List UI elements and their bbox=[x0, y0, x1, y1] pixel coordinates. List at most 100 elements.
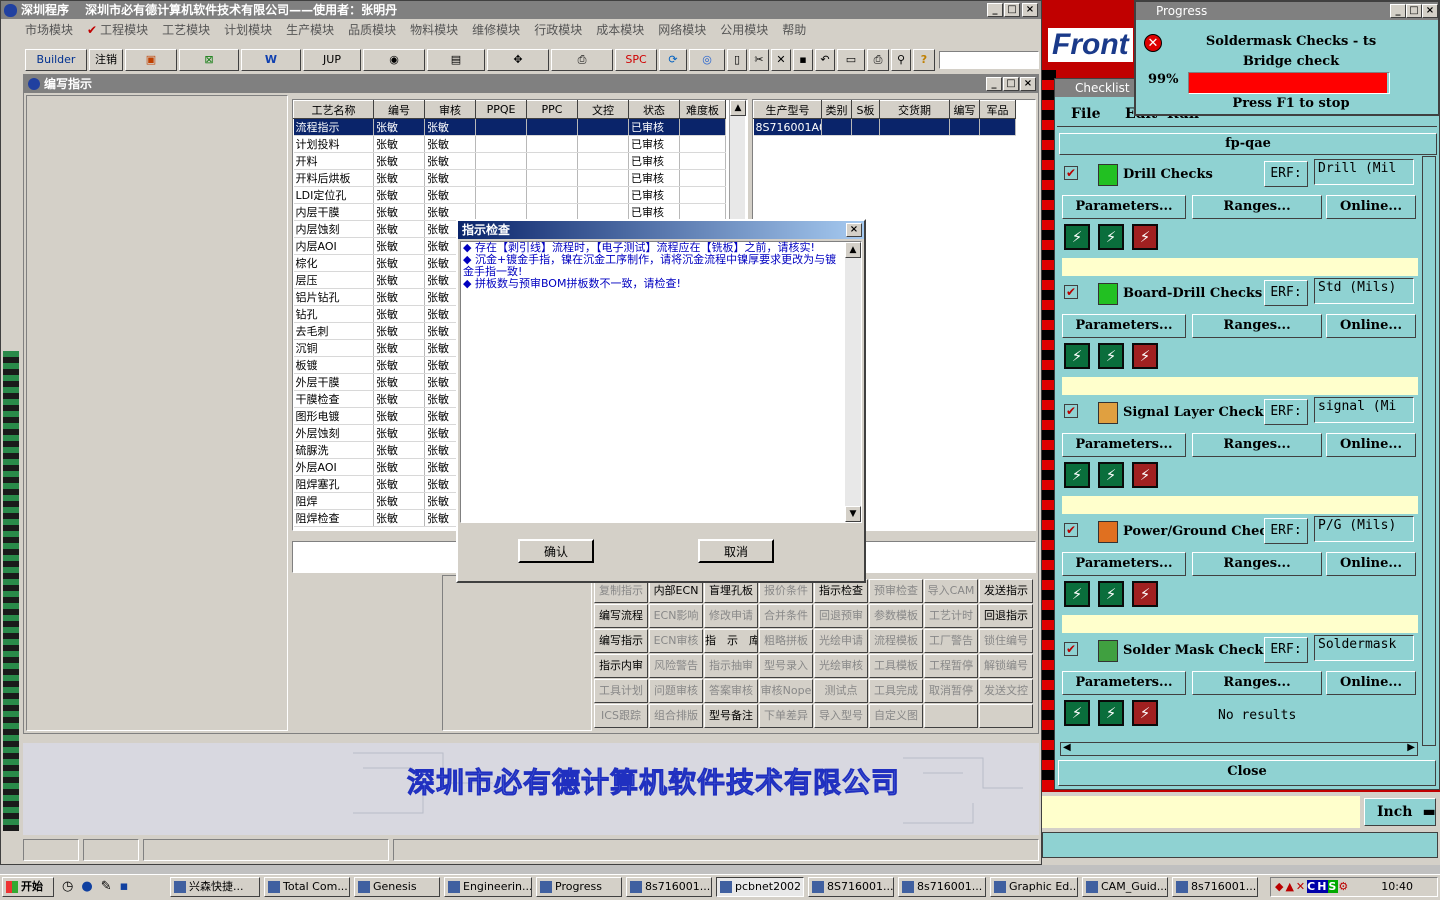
action-button[interactable]: 工厂警告 bbox=[924, 629, 978, 653]
sub-minimize-button[interactable]: _ bbox=[986, 77, 1002, 91]
builder-button[interactable]: Builder bbox=[25, 49, 87, 71]
word-icon[interactable]: W bbox=[241, 49, 301, 71]
database-icon[interactable]: ▤ bbox=[427, 49, 485, 71]
parameters-button[interactable]: Parameters... bbox=[1062, 552, 1186, 576]
start-button[interactable]: 开始 bbox=[2, 877, 54, 897]
section-enable-checkbox[interactable]: ✔ bbox=[1064, 285, 1078, 299]
action-button[interactable]: 参数模板 bbox=[869, 604, 923, 628]
action-button[interactable]: 审核Nope bbox=[759, 679, 813, 703]
ranges-button[interactable]: Ranges... bbox=[1192, 433, 1322, 457]
spc-button[interactable]: SPC bbox=[615, 49, 657, 71]
column-header[interactable]: 编号 bbox=[373, 100, 425, 119]
edit-icon[interactable]: ✎ bbox=[101, 879, 120, 894]
action-button[interactable]: 光绘审核 bbox=[814, 654, 868, 678]
action-button[interactable]: 解锁编号 bbox=[979, 654, 1033, 678]
action-button[interactable]: 型号录入 bbox=[759, 654, 813, 678]
menu-item[interactable]: 网络模块 bbox=[658, 23, 706, 37]
run-icon[interactable]: ⚡ bbox=[1064, 700, 1090, 726]
table-row[interactable]: LDI定位孔 张敏 张敏 已审核 bbox=[293, 186, 726, 204]
maximize-button[interactable]: □ bbox=[1004, 3, 1020, 17]
action-button[interactable]: ICS跟踪 bbox=[594, 704, 648, 728]
ranges-button[interactable]: Ranges... bbox=[1192, 671, 1322, 695]
column-header[interactable]: 交货期 bbox=[879, 100, 950, 119]
action-button[interactable] bbox=[979, 704, 1033, 728]
action-button[interactable]: 工具完成 bbox=[869, 679, 923, 703]
taskbar-button[interactable]: pcbnet2002 bbox=[716, 877, 804, 897]
menu-item[interactable]: 成本模块 bbox=[596, 23, 644, 37]
table-row[interactable]: 开料 张敏 张敏 已审核 bbox=[293, 152, 726, 170]
erf-button[interactable]: ERF: bbox=[1264, 399, 1308, 425]
column-header[interactable]: 生产型号 bbox=[753, 100, 822, 119]
action-button[interactable]: 工具模板 bbox=[869, 654, 923, 678]
action-button[interactable]: 指示内审 bbox=[594, 654, 648, 678]
action-button[interactable]: 光绘申请 bbox=[814, 629, 868, 653]
dialog-scrollbar[interactable]: ▲ ▼ bbox=[845, 242, 861, 522]
action-button[interactable]: 下单差异 bbox=[759, 704, 813, 728]
calc-icon[interactable]: ▣ bbox=[125, 49, 177, 71]
action-button[interactable] bbox=[924, 704, 978, 728]
preview-icon[interactable]: ▭ bbox=[837, 49, 865, 71]
dialog-message-box[interactable]: ◆ 存在【剥引线】流程时，【电子测试】流程应在【铣板】之前，请核实! ◆ 沉金+镀… bbox=[460, 241, 862, 523]
action-button[interactable]: 型号备注 bbox=[704, 704, 758, 728]
delete-icon[interactable]: ✕ bbox=[771, 49, 791, 71]
menu-item[interactable]: 物料模块 bbox=[410, 23, 458, 37]
find-icon[interactable]: ⚲ bbox=[891, 49, 911, 71]
run-icon[interactable]: ⚡ bbox=[1064, 224, 1090, 250]
action-button[interactable]: 导入CAM bbox=[924, 579, 978, 603]
progress-maximize-button[interactable]: □ bbox=[1406, 4, 1422, 18]
help-icon[interactable]: ? bbox=[913, 49, 935, 71]
menu-item[interactable]: 维修模块 bbox=[472, 23, 520, 37]
column-header[interactable]: PPQE bbox=[475, 100, 527, 119]
stop-run-icon[interactable]: ⚡ bbox=[1132, 700, 1158, 726]
action-button[interactable]: 修改申请 bbox=[704, 604, 758, 628]
action-button[interactable]: 发送文控 bbox=[979, 679, 1033, 703]
action-button[interactable]: 指 示 库 bbox=[704, 629, 758, 653]
erf-field[interactable]: Soldermask bbox=[1314, 635, 1414, 661]
column-header[interactable]: 状态 bbox=[628, 100, 680, 119]
run-icon[interactable]: ⚡ bbox=[1064, 343, 1090, 369]
cut-icon[interactable]: ✂ bbox=[749, 49, 769, 71]
erf-button[interactable]: ERF: bbox=[1264, 518, 1308, 544]
action-button[interactable]: ECN影响 bbox=[649, 604, 703, 628]
action-button[interactable]: 合并条件 bbox=[759, 604, 813, 628]
action-button[interactable]: 问题审核 bbox=[649, 679, 703, 703]
erf-field[interactable]: signal (Mi bbox=[1314, 397, 1414, 423]
checklist-hscroll[interactable]: ◀ ▶ bbox=[1060, 742, 1418, 756]
column-header[interactable]: 编写 bbox=[949, 100, 980, 119]
stop-run-icon[interactable]: ⚡ bbox=[1132, 462, 1158, 488]
section-enable-checkbox[interactable]: ✔ bbox=[1064, 523, 1078, 537]
erf-field[interactable]: Std (Mils) bbox=[1314, 278, 1414, 304]
run-sel-icon[interactable]: ⚡ bbox=[1098, 343, 1124, 369]
action-button[interactable]: 编写指示 bbox=[594, 629, 648, 653]
action-button[interactable]: 编写流程 bbox=[594, 604, 648, 628]
ie-icon[interactable]: ● bbox=[81, 879, 100, 894]
action-button[interactable]: 工艺计时 bbox=[924, 604, 978, 628]
column-header[interactable]: 审核 bbox=[424, 100, 476, 119]
column-header[interactable]: PPC bbox=[526, 100, 578, 119]
ranges-button[interactable]: Ranges... bbox=[1192, 195, 1322, 219]
online-button[interactable]: Online... bbox=[1326, 433, 1416, 457]
action-button[interactable]: 预审检查 bbox=[869, 579, 923, 603]
erf-button[interactable]: ERF: bbox=[1264, 280, 1308, 306]
refresh-icon[interactable]: ⟳ bbox=[659, 49, 687, 71]
action-button[interactable]: 答案审核 bbox=[704, 679, 758, 703]
scroll-left-icon[interactable]: ◀ bbox=[1063, 742, 1071, 753]
stop-run-icon[interactable]: ⚡ bbox=[1132, 581, 1158, 607]
column-header[interactable]: 军品 bbox=[979, 100, 1016, 119]
erf-field[interactable]: Drill (Mil bbox=[1314, 159, 1414, 185]
parameters-button[interactable]: Parameters... bbox=[1062, 314, 1186, 338]
units-selector[interactable]: Inch ▬ bbox=[1364, 798, 1436, 826]
taskbar-button[interactable]: 8S716001... bbox=[808, 877, 894, 897]
table-row[interactable]: 开料后烘板 张敏 张敏 已审核 bbox=[293, 169, 726, 187]
parameters-button[interactable]: Parameters... bbox=[1062, 671, 1186, 695]
action-button[interactable]: 发送指示 bbox=[979, 579, 1033, 603]
action-button[interactable]: 工程暂停 bbox=[924, 654, 978, 678]
eye-icon[interactable]: ◉ bbox=[363, 49, 425, 71]
menu-item[interactable]: 生产模块 bbox=[286, 23, 334, 37]
action-button[interactable]: 粗略拼板 bbox=[759, 629, 813, 653]
menu-file[interactable]: File bbox=[1071, 101, 1100, 127]
taskbar-button[interactable]: Engineerin... bbox=[444, 877, 532, 897]
action-button[interactable]: 组合排版 bbox=[649, 704, 703, 728]
scroll-right-icon[interactable]: ▶ bbox=[1407, 742, 1415, 753]
action-button[interactable]: 锁住编号 bbox=[979, 629, 1033, 653]
